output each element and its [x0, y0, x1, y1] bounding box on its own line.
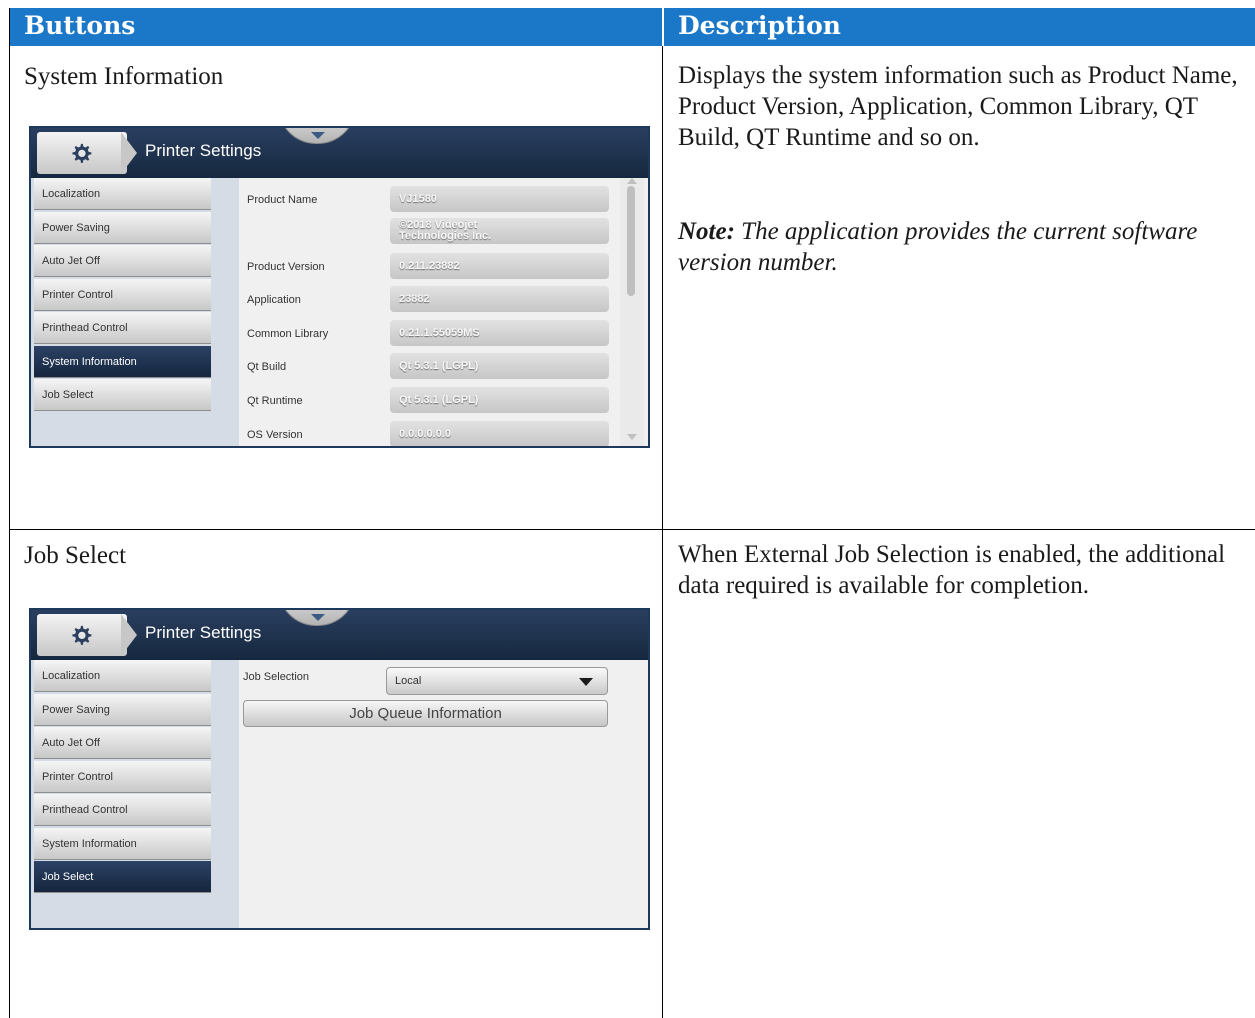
nav-power-saving: Power Saving [34, 212, 211, 244]
nav-printhead-control: Printhead Control [34, 312, 211, 344]
screen-sidebar: Localization Power Saving Auto Jet Off P… [31, 660, 212, 928]
header-divider [662, 8, 664, 46]
document-table: Buttons Description System Information P… [9, 8, 1255, 1018]
nav-system-information: System Information [34, 346, 211, 378]
field-value: 23882 [390, 286, 609, 312]
header-arrow-shape [121, 614, 137, 656]
screen-sidebar: Localization Power Saving Auto Jet Off P… [31, 178, 212, 446]
row-note-system-information: Note: The application provides the curre… [678, 216, 1248, 278]
pull-down-tab [278, 128, 356, 144]
chevron-down-icon [579, 678, 593, 686]
field-label: Product Name [247, 194, 318, 206]
chevron-down-icon [311, 132, 325, 139]
field-value-text: Technologies Inc. [399, 230, 492, 242]
settings-button [37, 614, 127, 656]
field-value-text: Qt 5.3.1 (LGPL) [399, 394, 479, 406]
nav-system-information: System Information [34, 828, 211, 860]
field-value: VJ1580 [390, 186, 609, 212]
nav-auto-jet-off: Auto Jet Off [34, 245, 211, 277]
header-arrow-shape [121, 132, 137, 174]
field-value: Qt 5.3.1 (LGPL) [390, 387, 609, 413]
job-selection-value: Local [395, 675, 422, 687]
header-buttons: Buttons [24, 11, 136, 40]
note-text: The application provides the current sof… [678, 218, 1198, 276]
scrollbar-thumb [627, 186, 635, 296]
nav-job-select: Job Select [34, 861, 211, 893]
scroll-up-icon [627, 178, 637, 184]
field-value: ©2018 Videojet Technologies Inc. [390, 218, 609, 244]
field-label: Common Library [247, 328, 329, 340]
column-divider [662, 8, 663, 1018]
screenshot-system-information: Printer Settings Localization Power Savi… [29, 126, 650, 448]
field-value-text: Qt 5.3.1 (LGPL) [399, 360, 479, 372]
screen-header: Printer Settings [31, 610, 648, 660]
screen-header: Printer Settings [31, 128, 648, 178]
job-queue-information-button: Job Queue Information [243, 700, 608, 727]
screen-content: Product Name VJ1580 ©2018 Videojet Techn… [239, 178, 648, 446]
row-divider [10, 529, 1255, 530]
screen-title: Printer Settings [145, 623, 262, 642]
nav-printer-control: Printer Control [34, 761, 211, 793]
field-value-text: 0.0.0.0.0.0 [399, 428, 451, 440]
settings-button [37, 132, 127, 174]
row-title-system-information: System Information [24, 63, 224, 90]
gear-icon [72, 143, 92, 163]
screen-title: Printer Settings [145, 141, 262, 160]
header-description: Description [678, 11, 841, 40]
field-label: OS Version [247, 429, 303, 441]
nav-localization: Localization [34, 660, 211, 692]
row-description-system-information: Displays the system information such as … [678, 62, 1238, 151]
row-title-job-select: Job Select [24, 542, 127, 569]
gear-icon [72, 625, 92, 645]
chevron-down-icon [311, 614, 325, 621]
nav-job-select: Job Select [34, 379, 211, 411]
scrollbar [620, 178, 644, 446]
field-label: Qt Runtime [247, 395, 303, 407]
note-label: Note: [678, 218, 735, 245]
row-description-job-select: When External Job Selection is enabled, … [678, 541, 1226, 599]
table-header: Buttons Description [10, 8, 1255, 46]
job-selection-label: Job Selection [243, 671, 310, 683]
field-value: Qt 5.3.1 (LGPL) [390, 353, 609, 379]
nav-auto-jet-off: Auto Jet Off [34, 727, 211, 759]
job-selection-dropdown: Local [386, 667, 608, 695]
field-value-text: 0.211.23882 [399, 260, 460, 272]
field-value: 0.0.0.0.0.0 [390, 421, 609, 446]
field-value-text: VJ1580 [399, 193, 437, 205]
pull-down-tab [278, 610, 356, 626]
nav-localization: Localization [34, 178, 211, 210]
field-label: Product Version [247, 261, 325, 273]
nav-printer-control: Printer Control [34, 279, 211, 311]
field-value: 0.21.1.55059MS [390, 320, 609, 346]
nav-printhead-control: Printhead Control [34, 794, 211, 826]
scroll-down-icon [627, 434, 637, 440]
field-label: Application [247, 294, 301, 306]
screen-content: Job Selection Local Job Queue Informatio… [239, 660, 648, 928]
field-value: 0.211.23882 [390, 253, 609, 279]
field-label: Qt Build [247, 361, 287, 373]
nav-power-saving: Power Saving [34, 694, 211, 726]
screenshot-job-select: Printer Settings Localization Power Savi… [29, 608, 650, 930]
field-value-text: 0.21.1.55059MS [399, 327, 480, 339]
field-value-text: 23882 [399, 293, 430, 305]
